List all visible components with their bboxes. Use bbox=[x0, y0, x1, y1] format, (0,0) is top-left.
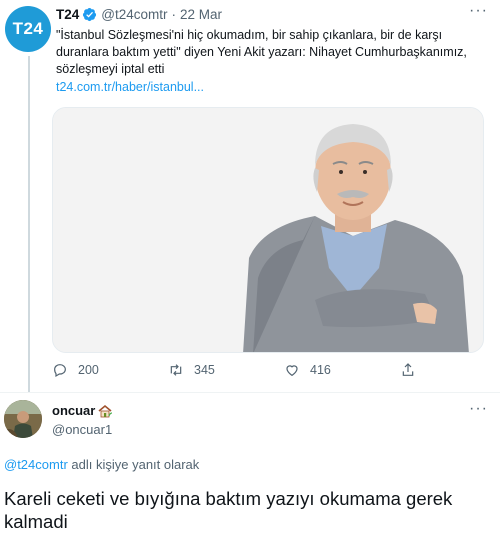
verified-badge-icon bbox=[83, 7, 97, 22]
reply-author-label: oncuar bbox=[52, 403, 96, 418]
portrait-illustration bbox=[53, 108, 483, 352]
avatar-image bbox=[4, 400, 42, 438]
author-handle[interactable]: @t24comtr bbox=[101, 7, 167, 22]
oncuar-avatar[interactable] bbox=[4, 400, 42, 438]
article-photo[interactable] bbox=[52, 107, 484, 353]
article-link[interactable]: t24.com.tr/haber/istanbul... bbox=[56, 80, 204, 94]
retweet-action[interactable]: 345 bbox=[168, 362, 215, 378]
retweet-icon bbox=[170, 364, 182, 376]
tweet-date[interactable]: 22 Mar bbox=[180, 7, 222, 22]
like-icon bbox=[286, 365, 298, 377]
retweet-count: 345 bbox=[194, 363, 215, 377]
more-options-icon[interactable]: ··· bbox=[469, 400, 488, 418]
tweet-text: "İstanbul Sözleşmesi'ni hiç okumadım, bi… bbox=[56, 28, 467, 76]
quoted-tweet[interactable]: T24 T24 @t24comtr · 22 Mar ··· "İstanbul… bbox=[0, 0, 500, 392]
author-name[interactable]: T24 bbox=[56, 7, 79, 22]
reply-context-label: adlı kişiye yanıt olarak bbox=[67, 457, 200, 472]
more-options-icon[interactable]: ··· bbox=[469, 2, 488, 20]
house-emoji-icon bbox=[98, 404, 113, 417]
tweet-divider bbox=[0, 392, 500, 393]
like-count: 416 bbox=[310, 363, 331, 377]
share-icon bbox=[402, 363, 414, 376]
reply-icon bbox=[54, 364, 66, 378]
reply-tweet-text: Kareli ceketi ve bıyığına baktım yazıyı … bbox=[4, 488, 453, 532]
reply-author-name[interactable]: oncuar bbox=[52, 403, 113, 418]
reply-action[interactable]: 200 bbox=[52, 362, 99, 378]
reply-mention-link[interactable]: @t24comtr bbox=[4, 457, 68, 472]
like-action[interactable]: 416 bbox=[284, 362, 331, 378]
tweet-header: T24 @t24comtr · 22 Mar bbox=[56, 7, 222, 22]
reply-author-handle[interactable]: @oncuar1 bbox=[52, 422, 112, 437]
share-action[interactable] bbox=[400, 362, 426, 378]
tweet-actions: 200 345 416 bbox=[0, 362, 500, 380]
reply-count: 200 bbox=[78, 363, 99, 377]
t24-avatar[interactable]: T24 bbox=[5, 6, 51, 52]
separator-dot: · bbox=[171, 7, 177, 22]
reply-context: @t24comtr adlı kişiye yanıt olarak bbox=[4, 457, 199, 472]
